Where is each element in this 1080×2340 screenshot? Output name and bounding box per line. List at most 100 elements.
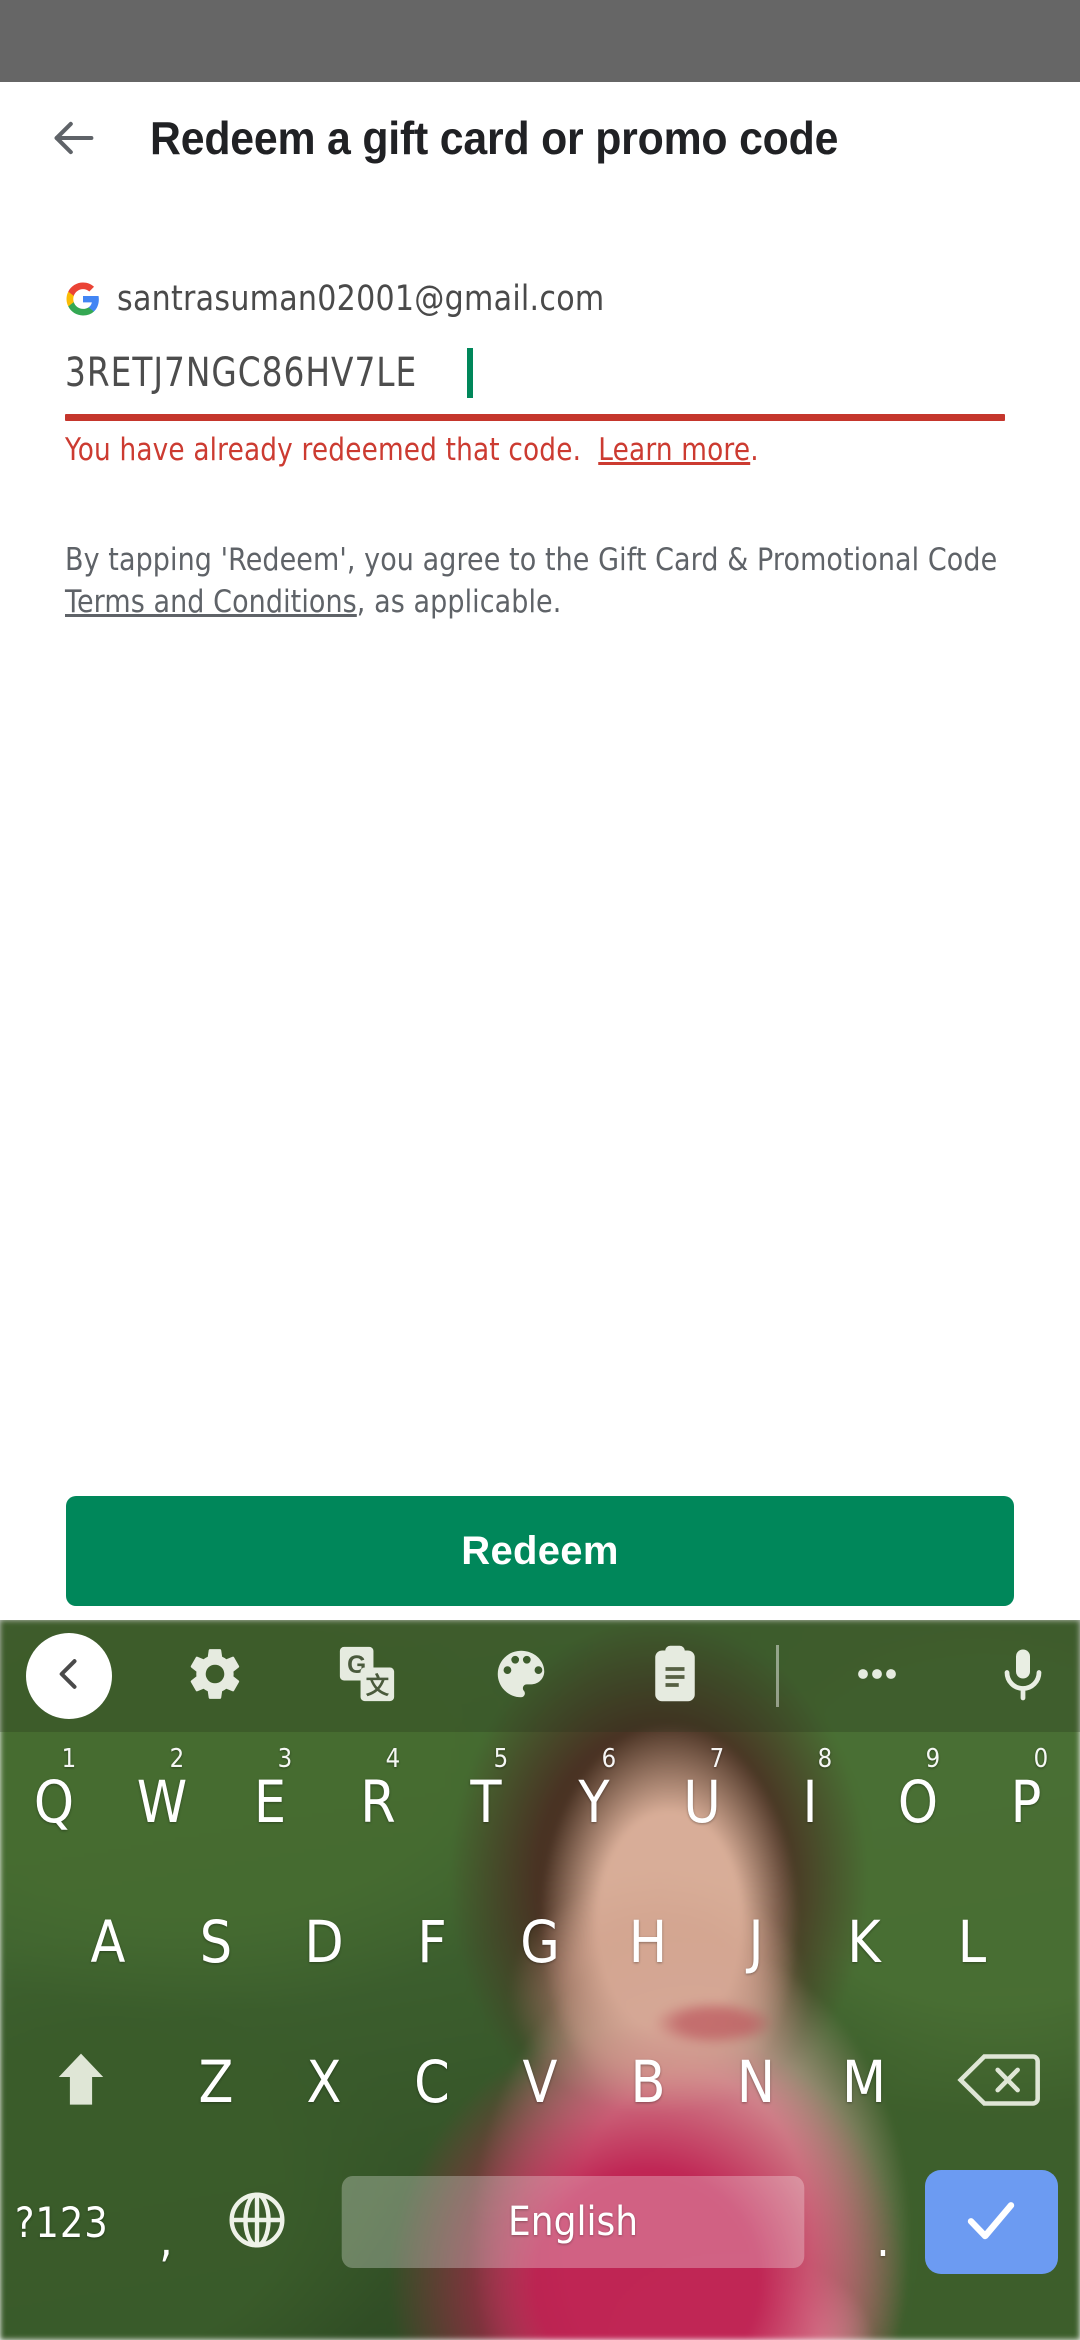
field-underline-error (65, 414, 1005, 421)
key-f[interactable]: F (384, 1872, 479, 2012)
content-area: santrasuman02001@gmail.com 3RETJ7NGC86HV… (0, 194, 1080, 1620)
translate-button[interactable]: G 文 (330, 1639, 404, 1713)
arrow-left-icon (48, 112, 100, 164)
theme-button[interactable] (484, 1639, 558, 1713)
page-title: Redeem a gift card or promo code (150, 112, 839, 164)
gift-code-input[interactable]: 3RETJ7NGC86HV7LE (65, 350, 417, 396)
key-j[interactable]: J (708, 1872, 803, 2012)
key-u[interactable]: 7U (654, 1732, 749, 1872)
more-horizontal-icon (849, 1646, 905, 1707)
error-message-text: You have already redeemed that code. (65, 432, 582, 468)
key-label: I (802, 1768, 818, 1836)
key-s[interactable]: S (168, 1872, 263, 2012)
key-d[interactable]: D (276, 1872, 371, 2012)
check-enter-icon (959, 2188, 1023, 2257)
keyboard-key-rows: 1Q 2W 3E 4R 5T 6Y 7U 8I 9O 0P A S D F G … (0, 1732, 1080, 2340)
chevron-left-icon (47, 1652, 91, 1701)
key-e[interactable]: 3E (222, 1732, 317, 1872)
key-hint: 6 (601, 1744, 617, 1774)
key-hint: 1 (61, 1744, 77, 1774)
key-label: Q (33, 1768, 75, 1836)
terms-text-after: , as applicable. (356, 584, 562, 620)
globe-language-icon (224, 2187, 290, 2258)
key-label: E (253, 1768, 287, 1836)
key-r[interactable]: 4R (330, 1732, 425, 1872)
backspace-icon (956, 2048, 1042, 2117)
more-options-button[interactable] (840, 1639, 914, 1713)
key-hint: 0 (1033, 1744, 1049, 1774)
key-z[interactable]: Z (168, 2012, 263, 2152)
app-bar: Redeem a gift card or promo code (0, 82, 1080, 194)
error-message: You have already redeemed that code. Lea… (65, 432, 898, 468)
keyboard-row-2: A S D F G H J K L (0, 1872, 1080, 2012)
svg-text:文: 文 (366, 1672, 390, 1698)
account-row: santrasuman02001@gmail.com (65, 279, 684, 319)
comma-key[interactable]: , (129, 2152, 203, 2292)
key-p[interactable]: 0P (978, 1732, 1073, 1872)
key-x[interactable]: X (276, 2012, 371, 2152)
error-trailing-period: . (750, 432, 759, 468)
toolbar-divider (776, 1645, 779, 1707)
key-v[interactable]: V (492, 2012, 587, 2152)
key-hint: 3 (277, 1744, 293, 1774)
key-hint: 9 (925, 1744, 941, 1774)
keyboard-row-1: 1Q 2W 3E 4R 5T 6Y 7U 8I 9O 0P (0, 1732, 1080, 1872)
gift-code-field[interactable]: 3RETJ7NGC86HV7LE (65, 342, 1005, 421)
key-h[interactable]: H (600, 1872, 695, 2012)
key-c[interactable]: C (384, 2012, 479, 2152)
status-bar (0, 0, 1080, 82)
symbols-key[interactable]: ?123 (7, 2152, 116, 2292)
terms-text-before: By tapping 'Redeem', you agree to the Gi… (65, 542, 998, 578)
gear-icon (184, 1643, 246, 1710)
terms-disclaimer: By tapping 'Redeem', you agree to the Gi… (65, 539, 1000, 623)
account-email: santrasuman02001@gmail.com (117, 279, 605, 319)
clipboard-button[interactable] (638, 1639, 712, 1713)
key-a[interactable]: A (60, 1872, 155, 2012)
enter-key[interactable] (924, 2170, 1059, 2274)
backspace-key[interactable] (918, 2012, 1080, 2152)
shift-arrow-up-icon (45, 2044, 117, 2121)
key-hint: 4 (385, 1744, 401, 1774)
key-m[interactable]: M (816, 2012, 911, 2152)
key-label: U (683, 1768, 721, 1836)
key-hint: 7 (709, 1744, 725, 1774)
text-caret (466, 348, 473, 398)
key-hint: 5 (493, 1744, 509, 1774)
keyboard-row-3: Z X C V B N M (0, 2012, 1080, 2152)
key-label: W (136, 1768, 188, 1836)
google-g-icon (65, 281, 101, 317)
key-q[interactable]: 1Q (6, 1732, 101, 1872)
key-b[interactable]: B (600, 2012, 695, 2152)
key-t[interactable]: 5T (438, 1732, 533, 1872)
keyboard-row-4: ?123 , English . (0, 2152, 1080, 2292)
key-label: R (360, 1768, 396, 1836)
palette-icon (490, 1643, 552, 1710)
key-k[interactable]: K (816, 1872, 911, 2012)
key-w[interactable]: 2W (114, 1732, 209, 1872)
keyboard-settings-button[interactable] (178, 1639, 252, 1713)
language-switch-key[interactable] (208, 2152, 307, 2292)
key-g[interactable]: G (492, 1872, 587, 2012)
voice-input-button[interactable] (986, 1639, 1060, 1713)
learn-more-link[interactable]: Learn more (598, 432, 750, 468)
key-l[interactable]: L (924, 1872, 1019, 2012)
key-label: P (1010, 1768, 1042, 1836)
key-label: Y (578, 1768, 610, 1836)
key-o[interactable]: 9O (870, 1732, 965, 1872)
space-key[interactable]: English (342, 2176, 805, 2268)
redeem-button[interactable]: Redeem (66, 1496, 1014, 1606)
collapse-toolbar-button[interactable] (26, 1633, 112, 1719)
google-translate-icon: G 文 (336, 1643, 398, 1710)
key-y[interactable]: 6Y (546, 1732, 641, 1872)
key-n[interactable]: N (708, 2012, 803, 2152)
key-hint: 2 (169, 1744, 185, 1774)
key-label: O (897, 1768, 939, 1836)
back-button[interactable] (26, 90, 122, 186)
key-i[interactable]: 8I (762, 1732, 857, 1872)
terms-and-conditions-link[interactable]: Terms and Conditions (65, 584, 357, 620)
on-screen-keyboard: G 文 1 Q 2 W 3 E 4 R 5 T 6 Y 7 U 8 I 9 O … (0, 1620, 1080, 2340)
keyboard-toolbar: G 文 (0, 1620, 1080, 1732)
key-label: T (470, 1768, 502, 1836)
shift-key[interactable] (0, 2012, 162, 2152)
period-key[interactable]: . (846, 2152, 920, 2292)
